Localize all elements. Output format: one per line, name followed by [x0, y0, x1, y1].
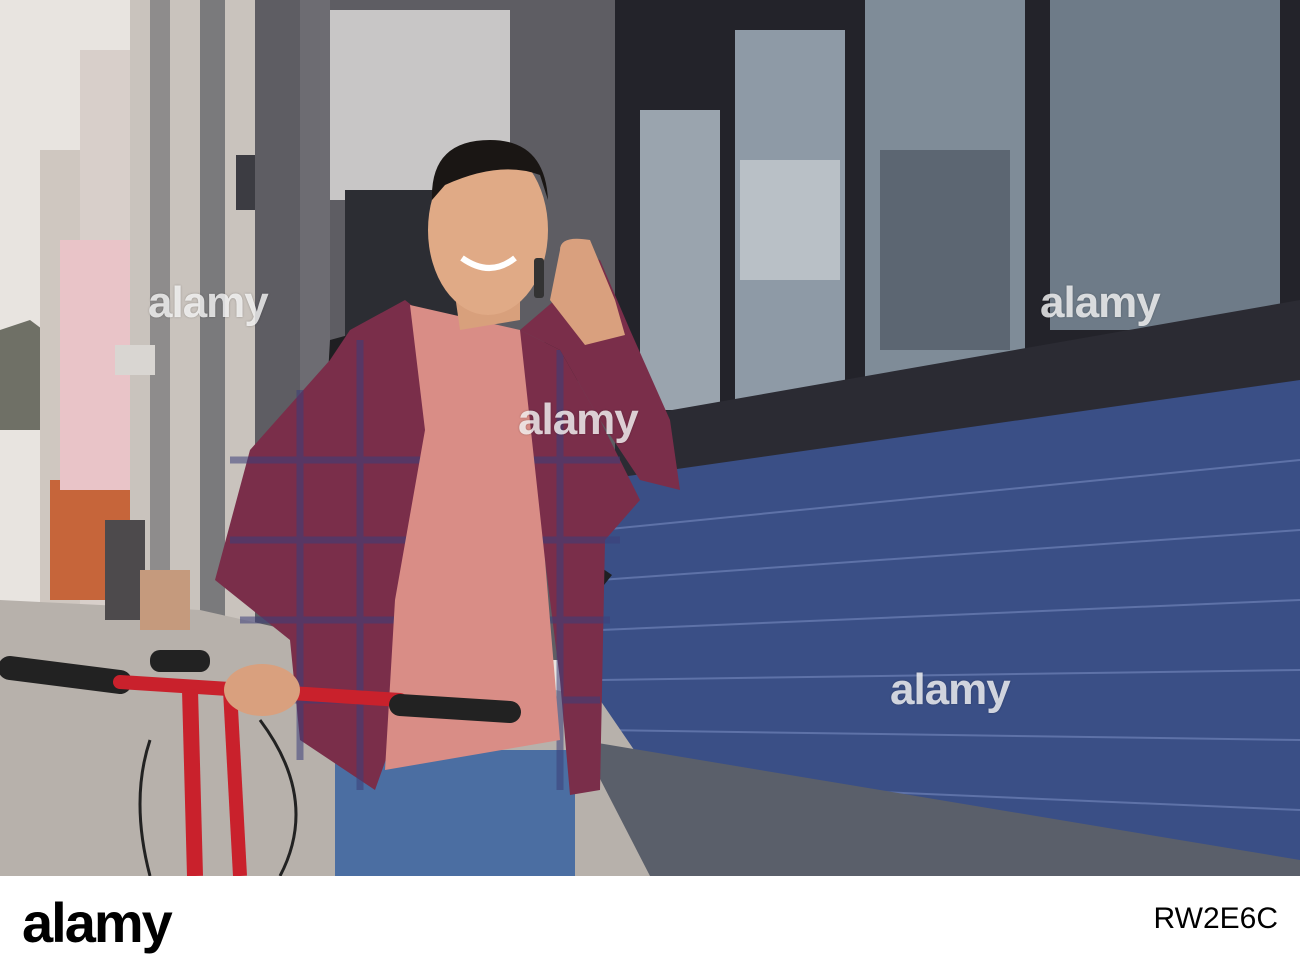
handlebar-grip — [389, 694, 521, 723]
hand-on-handlebar — [224, 664, 300, 716]
stock-image-id: RW2E6C — [1153, 902, 1278, 935]
brand-logo[interactable]: alamy — [22, 890, 173, 955]
window-reflection — [740, 160, 840, 280]
hanging-sign — [115, 345, 155, 375]
handlebar-grip — [0, 656, 132, 694]
watermark: alamy — [890, 665, 1011, 714]
pedestrian — [105, 520, 145, 620]
window-pane — [640, 110, 720, 410]
watermark: alamy — [1040, 278, 1161, 327]
stock-photo: alamy alamy alamy alamy — [0, 0, 1300, 876]
stool — [140, 570, 190, 630]
photo-scene — [0, 0, 1300, 876]
watermark: alamy — [518, 395, 639, 444]
bike-frame — [223, 689, 247, 876]
footer-bar: alamy RW2E6C — [0, 876, 1300, 964]
window-reflection — [880, 150, 1010, 350]
bike-seat — [150, 650, 210, 672]
watermark: alamy — [148, 278, 269, 327]
smartphone — [534, 258, 544, 298]
bike-frame — [182, 689, 203, 876]
